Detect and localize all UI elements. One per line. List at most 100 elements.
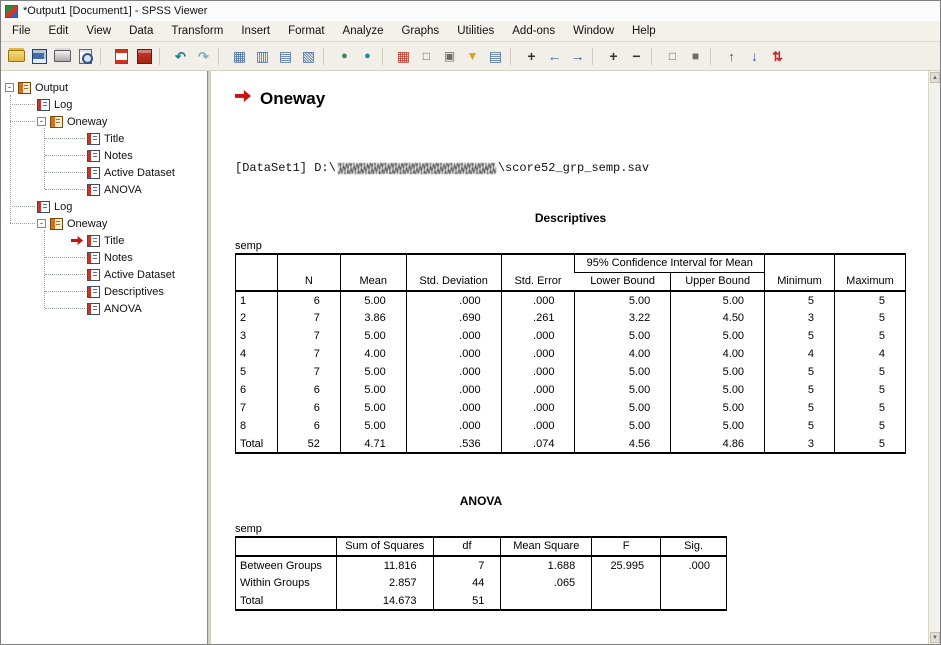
- value-cell: .536: [406, 435, 501, 453]
- collapse-toggle[interactable]: -: [5, 83, 14, 92]
- value-cell: 5.00: [340, 291, 406, 309]
- expand-icon[interactable]: +: [602, 46, 625, 67]
- outline-item-notes[interactable]: Notes: [1, 249, 207, 266]
- column-header: Maximum: [834, 254, 905, 291]
- menu-insert[interactable]: Insert: [232, 23, 279, 39]
- title-icon: [87, 235, 100, 247]
- move-down-icon[interactable]: ↓: [743, 46, 766, 67]
- value-cell: .000: [501, 327, 575, 345]
- value-cell: 6: [277, 399, 340, 417]
- window-restore-icon[interactable]: □: [415, 46, 438, 67]
- outline-item-oneway[interactable]: -Oneway: [1, 113, 207, 130]
- menu-graphs[interactable]: Graphs: [392, 23, 448, 39]
- collapse-icon[interactable]: −: [625, 46, 648, 67]
- scroll-output-icon[interactable]: ⇅: [766, 46, 789, 67]
- outline-item-label: Title: [104, 235, 124, 247]
- menu-window[interactable]: Window: [564, 23, 623, 39]
- descriptives-table[interactable]: N Mean Std. Deviation Std. Error 95% Con…: [235, 253, 906, 454]
- outline-item-oneway[interactable]: -Oneway: [1, 215, 207, 232]
- row-label: 8: [236, 417, 278, 435]
- outline-item-label: Descriptives: [104, 286, 164, 298]
- open-file-icon[interactable]: [5, 46, 28, 67]
- value-cell: 5: [834, 435, 905, 453]
- value-cell: 52: [277, 435, 340, 453]
- value-cell: .000: [406, 345, 501, 363]
- outline-item-anova[interactable]: ANOVA: [1, 300, 207, 317]
- value-cell: 4: [765, 345, 835, 363]
- save-file-icon[interactable]: [28, 46, 51, 67]
- use-sets-icon[interactable]: ▼: [461, 46, 484, 67]
- anova-section[interactable]: ANOVA semp Sum of Squares df Mean Square: [235, 494, 727, 611]
- select-last-output-icon[interactable]: ●: [333, 46, 356, 67]
- output-heading-block[interactable]: Oneway: [235, 89, 928, 109]
- outline-item-active-dataset[interactable]: Active Dataset: [1, 164, 207, 181]
- recall-dialogs-icon[interactable]: [133, 46, 156, 67]
- outline-item-anova[interactable]: ANOVA: [1, 181, 207, 198]
- value-cell: .000: [661, 556, 727, 574]
- scroll-down-icon[interactable]: ▼: [930, 632, 940, 643]
- column-header: Std. Error: [501, 254, 575, 291]
- book-icon: [18, 82, 31, 94]
- anova-body: Between Groups11.81671.68825.995.000With…: [236, 556, 727, 610]
- menu-transform[interactable]: Transform: [162, 23, 232, 39]
- menu-help[interactable]: Help: [623, 23, 665, 39]
- designate-window-icon[interactable]: ●: [356, 46, 379, 67]
- find-icon[interactable]: ▧: [297, 46, 320, 67]
- vertical-scrollbar[interactable]: ▲ ▼: [928, 71, 940, 644]
- toolbar: ↶↷▦▥▤▧●●▦□▣▼▤+←→+−□■↑↓⇅: [1, 42, 940, 71]
- dataset-log-line[interactable]: [DataSet1] D:\ \score52_grp_semp.sav: [235, 161, 928, 175]
- tree-connector: [45, 257, 85, 258]
- goto-case-icon[interactable]: ▥: [251, 46, 274, 67]
- menu-view[interactable]: View: [77, 23, 120, 39]
- outline-item-title[interactable]: Title: [1, 232, 207, 249]
- scroll-up-icon[interactable]: ▲: [930, 72, 940, 83]
- menu-analyze[interactable]: Analyze: [334, 23, 393, 39]
- menu-edit[interactable]: Edit: [40, 23, 78, 39]
- value-cell: 4.86: [671, 435, 765, 453]
- anova-table[interactable]: Sum of Squares df Mean Square F Sig. Bet…: [235, 536, 727, 611]
- toolbar-separator: [651, 48, 658, 65]
- outline-item-output[interactable]: -Output: [1, 79, 207, 96]
- print-preview-icon[interactable]: [74, 46, 97, 67]
- menu-file[interactable]: File: [3, 23, 40, 39]
- outline-item-log[interactable]: Log: [1, 198, 207, 215]
- descriptives-section[interactable]: Descriptives semp N Mean Std. Deviation: [235, 211, 906, 454]
- value-cell: 5: [834, 381, 905, 399]
- toolbar-separator: [382, 48, 389, 65]
- collapse-toggle[interactable]: -: [37, 219, 46, 228]
- print-icon[interactable]: [51, 46, 74, 67]
- variables-icon[interactable]: ▤: [274, 46, 297, 67]
- menu-data[interactable]: Data: [120, 23, 162, 39]
- hide-icon[interactable]: ■: [684, 46, 707, 67]
- value-cell: .000: [501, 345, 575, 363]
- undo-icon[interactable]: ↶: [169, 46, 192, 67]
- insert-break-icon[interactable]: ▦: [392, 46, 415, 67]
- outline-item-active-dataset[interactable]: Active Dataset: [1, 266, 207, 283]
- insert-heading-icon[interactable]: +: [520, 46, 543, 67]
- menu-format[interactable]: Format: [279, 23, 333, 39]
- value-cell: 4.00: [575, 345, 671, 363]
- move-up-icon[interactable]: ↑: [720, 46, 743, 67]
- show-icon[interactable]: □: [661, 46, 684, 67]
- value-cell: .000: [406, 417, 501, 435]
- edit-output-icon[interactable]: ▤: [484, 46, 507, 67]
- collapse-toggle[interactable]: -: [37, 117, 46, 126]
- window-maximize-icon[interactable]: ▣: [438, 46, 461, 67]
- outline-item-notes[interactable]: Notes: [1, 147, 207, 164]
- outline-item-title[interactable]: Title: [1, 130, 207, 147]
- value-cell: 5.00: [671, 417, 765, 435]
- menu-addons[interactable]: Add-ons: [503, 23, 564, 39]
- row-label: 6: [236, 381, 278, 399]
- column-header: F: [592, 537, 661, 556]
- demote-icon[interactable]: →: [566, 46, 589, 67]
- dataset-path-prefix: [DataSet1] D:\: [235, 161, 336, 175]
- promote-icon[interactable]: ←: [543, 46, 566, 67]
- menu-utilities[interactable]: Utilities: [448, 23, 503, 39]
- redo-icon[interactable]: ↷: [192, 46, 215, 67]
- outline-item-descriptives[interactable]: Descriptives: [1, 283, 207, 300]
- value-cell: .000: [406, 363, 501, 381]
- value-cell: 5: [834, 291, 905, 309]
- goto-data-icon[interactable]: ▦: [228, 46, 251, 67]
- export-output-icon[interactable]: [110, 46, 133, 67]
- outline-item-log[interactable]: Log: [1, 96, 207, 113]
